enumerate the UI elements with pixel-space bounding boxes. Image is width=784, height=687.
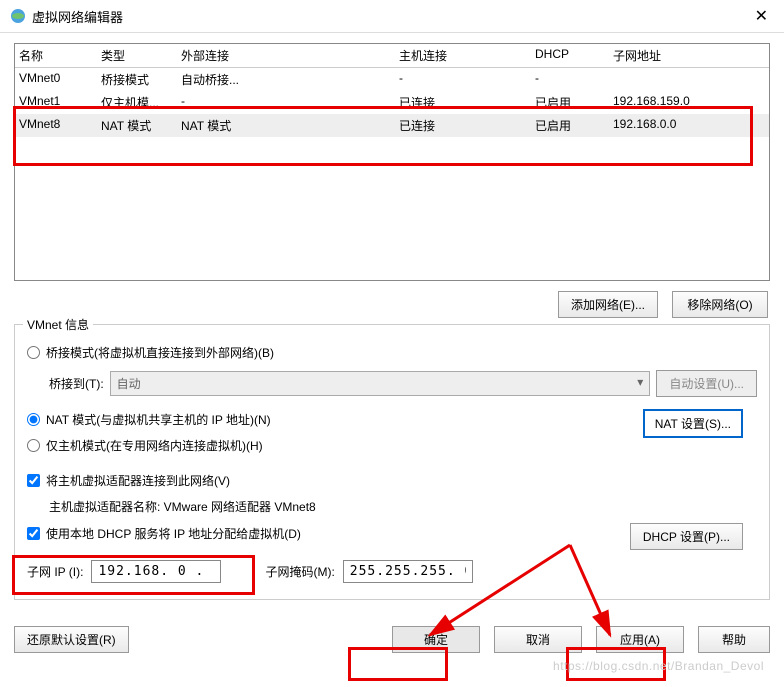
- subnet-mask-input[interactable]: [343, 560, 473, 583]
- add-network-button[interactable]: 添加网络(E)...: [558, 291, 658, 318]
- col-host[interactable]: 主机连接: [399, 47, 535, 64]
- bridge-radio-input[interactable]: [27, 346, 40, 359]
- network-table: 名称 类型 外部连接 主机连接 DHCP 子网地址 VMnet0 桥接模式 自动…: [14, 43, 770, 281]
- connect-host-checkbox[interactable]: 将主机虚拟适配器连接到此网络(V): [27, 472, 757, 489]
- vmnet-info-fieldset: VMnet 信息 桥接模式(将虚拟机直接连接到外部网络)(B) 桥接到(T): …: [14, 324, 770, 600]
- hostonly-radio-input[interactable]: [27, 439, 40, 452]
- close-icon[interactable]: ✕: [749, 6, 774, 26]
- subnet-ip-input[interactable]: [91, 560, 221, 583]
- subnet-ip-label: 子网 IP (I):: [27, 563, 83, 580]
- fieldset-legend: VMnet 信息: [23, 316, 93, 333]
- auto-set-button: 自动设置(U)...: [656, 370, 757, 397]
- subnet-mask-label: 子网掩码(M):: [265, 563, 334, 580]
- watermark: https://blog.csdn.net/Brandan_Devol: [553, 659, 764, 673]
- dhcp-settings-button[interactable]: DHCP 设置(P)...: [630, 523, 743, 550]
- remove-network-button[interactable]: 移除网络(O): [672, 291, 768, 318]
- titlebar: 虚拟网络编辑器 ✕: [0, 0, 784, 33]
- col-dhcp[interactable]: DHCP: [535, 47, 613, 64]
- table-row[interactable]: VMnet8 NAT 模式 NAT 模式 已连接 已启用 192.168.0.0: [15, 114, 769, 137]
- bridge-to-select[interactable]: 自动: [110, 371, 651, 396]
- app-icon: [10, 8, 26, 24]
- restore-defaults-button[interactable]: 还原默认设置(R): [14, 626, 129, 653]
- col-name[interactable]: 名称: [19, 47, 101, 64]
- col-type[interactable]: 类型: [101, 47, 181, 64]
- apply-button[interactable]: 应用(A): [596, 626, 684, 653]
- cancel-button[interactable]: 取消: [494, 626, 582, 653]
- window-title: 虚拟网络编辑器: [32, 7, 749, 26]
- nat-radio-input[interactable]: [27, 413, 40, 426]
- col-ext[interactable]: 外部连接: [181, 47, 399, 64]
- help-button[interactable]: 帮助: [698, 626, 770, 653]
- dhcp-input[interactable]: [27, 527, 40, 540]
- hostonly-mode-radio[interactable]: 仅主机模式(在专用网络内连接虚拟机)(H): [27, 437, 757, 454]
- connect-host-input[interactable]: [27, 474, 40, 487]
- table-header: 名称 类型 外部连接 主机连接 DHCP 子网地址: [15, 44, 769, 68]
- table-row[interactable]: VMnet1 仅主机模... - 已连接 已启用 192.168.159.0: [15, 91, 769, 114]
- ok-button[interactable]: 确定: [392, 626, 480, 653]
- col-subnet[interactable]: 子网地址: [613, 47, 765, 64]
- nat-settings-button[interactable]: NAT 设置(S)...: [643, 409, 743, 438]
- bridge-mode-radio[interactable]: 桥接模式(将虚拟机直接连接到外部网络)(B): [27, 344, 757, 361]
- bridge-to-label: 桥接到(T):: [49, 375, 104, 392]
- host-adapter-name: 主机虚拟适配器名称: VMware 网络适配器 VMnet8: [49, 498, 757, 515]
- table-row[interactable]: VMnet0 桥接模式 自动桥接... - -: [15, 68, 769, 91]
